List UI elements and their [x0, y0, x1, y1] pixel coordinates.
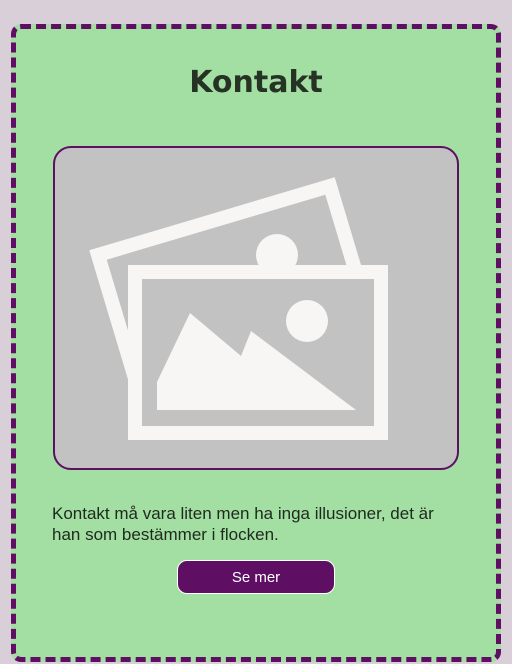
card-title: Kontakt — [189, 65, 323, 100]
image-placeholder-icon — [89, 177, 388, 440]
contact-card: Kontakt Kontakt må vara liten men ha ing… — [11, 24, 501, 662]
image-placeholder — [53, 146, 459, 470]
see-more-button[interactable]: Se mer — [177, 560, 335, 594]
card-description: Kontakt må vara liten men ha inga illusi… — [52, 504, 434, 544]
